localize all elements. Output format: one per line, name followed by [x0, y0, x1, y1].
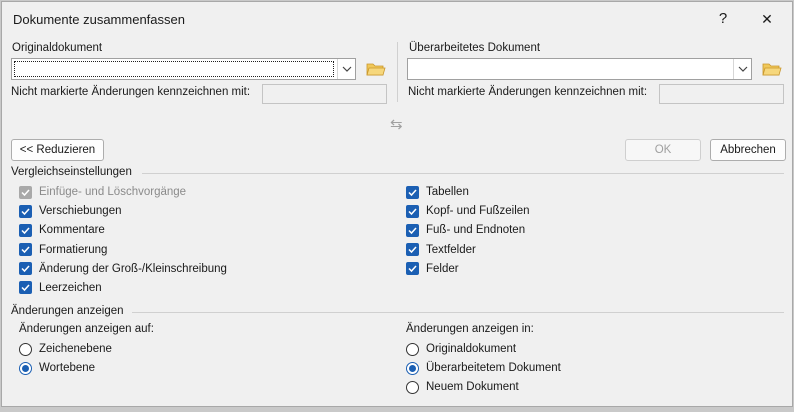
show-changes-at-label: Änderungen anzeigen auf: — [19, 323, 154, 335]
radio-label: Originaldokument — [426, 343, 517, 355]
folder-open-icon[interactable] — [366, 60, 386, 78]
close-button[interactable]: ✕ — [756, 9, 778, 29]
checkbox-label: Fuß- und Endnoten — [426, 224, 526, 237]
comparison-left-column: Einfüge- und Löschvorgänge Verschiebunge… — [19, 184, 227, 296]
checkbox-checked-icon[interactable] — [19, 223, 32, 237]
compare-documents-dialog: Dokumente zusammenfassen ? ✕ Originaldok… — [1, 1, 793, 407]
revised-document-combo[interactable] — [407, 58, 752, 80]
checkbox-label: Textfelder — [426, 243, 476, 256]
cancel-button[interactable]: Abbrechen — [710, 139, 786, 161]
checkbox-checked-icon[interactable] — [406, 204, 419, 218]
revised-unmarked-label: Nicht markierte Änderungen kennzeichnen … — [408, 86, 648, 98]
focus-indicator — [14, 61, 334, 77]
radio-original-document[interactable]: Originaldokument — [406, 341, 561, 357]
checkbox-checked-icon[interactable] — [406, 223, 419, 237]
checkbox-moves[interactable]: Verschiebungen — [19, 203, 227, 219]
checkbox-textboxes[interactable]: Textfelder — [406, 242, 530, 258]
folder-open-icon[interactable] — [762, 60, 782, 78]
checkbox-fields[interactable]: Felder — [406, 261, 530, 277]
radio-label: Wortebene — [39, 362, 96, 374]
show-changes-title: Änderungen anzeigen — [11, 305, 124, 317]
radio-revised-document[interactable]: Überarbeitetem Dokument — [406, 360, 561, 376]
original-document-combo[interactable] — [11, 58, 356, 80]
section-divider — [132, 312, 784, 313]
checkbox-checked-icon — [19, 185, 32, 199]
comparison-right-column: Tabellen Kopf- und Fußzeilen Fuß- und En… — [406, 184, 530, 277]
column-separator — [397, 42, 398, 102]
checkbox-label: Einfüge- und Löschvorgänge — [39, 186, 187, 198]
checkbox-label: Tabellen — [426, 186, 469, 198]
radio-label: Zeichenebene — [39, 343, 112, 355]
checkbox-checked-icon[interactable] — [406, 262, 419, 276]
checkbox-case-changes[interactable]: Änderung der Groß-/Kleinschreibung — [19, 261, 227, 277]
radio-label: Neuem Dokument — [426, 381, 519, 393]
comparison-settings-title: Vergleichseinstellungen — [11, 166, 132, 178]
dialog-title: Dokumente zusammenfassen — [13, 12, 185, 27]
radio-selected-icon[interactable] — [19, 361, 32, 375]
show-changes-in-group: Originaldokument Überarbeitetem Dokument… — [406, 341, 561, 395]
radio-label: Überarbeitetem Dokument — [426, 362, 561, 374]
checkbox-label: Verschiebungen — [39, 205, 122, 218]
ok-button[interactable]: OK — [625, 139, 701, 161]
checkbox-label: Formatierung — [39, 243, 108, 256]
checkbox-headers-footers[interactable]: Kopf- und Fußzeilen — [406, 203, 530, 219]
radio-selected-icon[interactable] — [406, 361, 419, 375]
revised-unmarked-field — [659, 84, 784, 104]
section-divider — [142, 173, 784, 174]
help-button[interactable]: ? — [712, 9, 734, 29]
show-changes-at-group: Zeichenebene Wortebene — [19, 341, 112, 376]
revised-document-label: Überarbeitetes Dokument — [409, 42, 541, 54]
checkbox-checked-icon[interactable] — [406, 185, 419, 199]
checkbox-checked-icon[interactable] — [19, 281, 32, 295]
radio-character-level[interactable]: Zeichenebene — [19, 341, 112, 357]
radio-unselected-icon[interactable] — [406, 380, 419, 394]
checkbox-comments[interactable]: Kommentare — [19, 222, 227, 238]
checkbox-formatting[interactable]: Formatierung — [19, 242, 227, 258]
checkbox-checked-icon[interactable] — [19, 262, 32, 276]
swap-documents-icon[interactable]: ⇆ — [390, 115, 403, 133]
radio-unselected-icon[interactable] — [19, 342, 32, 356]
original-unmarked-label: Nicht markierte Änderungen kennzeichnen … — [11, 86, 251, 98]
checkbox-checked-icon[interactable] — [406, 243, 419, 257]
chevron-down-icon[interactable] — [337, 59, 355, 79]
checkbox-label: Kopf- und Fußzeilen — [426, 205, 530, 218]
radio-word-level[interactable]: Wortebene — [19, 360, 112, 376]
checkbox-footnotes-endnotes[interactable]: Fuß- und Endnoten — [406, 222, 530, 238]
checkbox-checked-icon[interactable] — [19, 204, 32, 218]
original-unmarked-field — [262, 84, 387, 104]
radio-unselected-icon[interactable] — [406, 342, 419, 356]
title-bar: Dokumente zusammenfassen ? ✕ — [2, 2, 792, 36]
checkbox-label: Änderung der Groß-/Kleinschreibung — [39, 262, 227, 275]
checkbox-label: Leerzeichen — [39, 281, 102, 294]
checkbox-label: Kommentare — [39, 224, 105, 237]
checkbox-tables[interactable]: Tabellen — [406, 184, 530, 200]
original-document-label: Originaldokument — [12, 42, 103, 54]
checkbox-label: Felder — [426, 262, 459, 275]
checkbox-whitespace[interactable]: Leerzeichen — [19, 280, 227, 296]
checkbox-checked-icon[interactable] — [19, 243, 32, 257]
reduce-button[interactable]: << Reduzieren — [11, 139, 104, 161]
checkbox-insertions-deletions: Einfüge- und Löschvorgänge — [19, 184, 227, 200]
radio-new-document[interactable]: Neuem Dokument — [406, 379, 561, 395]
show-changes-in-label: Änderungen anzeigen in: — [406, 323, 534, 335]
chevron-down-icon[interactable] — [733, 59, 751, 79]
